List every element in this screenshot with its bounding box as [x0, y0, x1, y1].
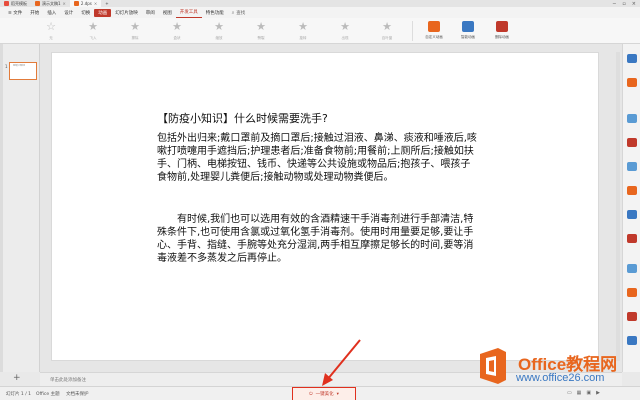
star-icon: ★ [88, 20, 98, 33]
slide-title[interactable]: 【防疫小知识】什么时候需要洗手? [157, 110, 328, 126]
custom-animation-icon [428, 21, 440, 32]
presentation-icon [35, 1, 40, 6]
presentation-icon [73, 1, 79, 6]
menu-bar: ≡ 文件 开始 插入 设计 切换 动画 幻灯片放映 审阅 视图 开发工具 特色功… [0, 7, 640, 18]
slide-canvas: 【防疫小知识】什么时候需要洗手? 包括外出归来;戴口罩前及摘口罩后;接触过泪液、… [40, 44, 622, 372]
delete-animation-icon [496, 21, 508, 32]
panel-icon[interactable] [627, 186, 637, 195]
slide-paragraph-1[interactable]: 包括外出归来;戴口罩前及摘口罩后;接触过泪液、鼻涕、痰液和唾液后,咳嗽打喷嚏用手… [157, 132, 477, 184]
search-icon: ⌕ [231, 10, 235, 16]
minimize-icon[interactable]: − [612, 1, 616, 7]
window-close-icon[interactable]: × [632, 1, 636, 7]
delete-animation-button[interactable]: 删除动画 [485, 21, 519, 40]
vertical-scrollbar[interactable] [616, 52, 620, 361]
panel-icon[interactable] [627, 162, 637, 171]
menu-file[interactable]: ≡ 文件 [4, 7, 26, 18]
panel-icon[interactable] [627, 312, 637, 321]
menu-transition[interactable]: 切换 [77, 7, 94, 18]
anim-wipe[interactable]: ★ 擦除 [114, 21, 156, 41]
slide-paragraph-2[interactable]: 有时候,我们也可以选用有效的含酒精速干手消毒剂进行手部清洁,特殊条件下,也可使用… [157, 213, 482, 265]
docer-icon [4, 1, 9, 6]
tab-docer[interactable]: 稻壳模板 [0, 0, 31, 7]
panel-icon[interactable] [627, 288, 637, 297]
title-bar: 稻壳模板 演示文稿1 × 2.dps × + − ▫ × [0, 0, 640, 7]
new-tab-button[interactable]: + [101, 0, 112, 7]
panel-icon[interactable] [627, 114, 637, 123]
menu-insert[interactable]: 插入 [43, 7, 60, 18]
add-slide-icon[interactable]: + [13, 374, 21, 383]
right-task-panel [622, 44, 640, 372]
star-icon: ★ [130, 20, 140, 33]
beautify-button[interactable]: ⏻ 一键美化 ▾ [292, 387, 356, 400]
anim-none[interactable]: ☆ 无 [30, 21, 72, 41]
beautify-icon: ⏻ [309, 392, 313, 397]
theme-name: Office 主题 [36, 392, 60, 397]
panel-icon[interactable] [627, 264, 637, 273]
close-icon[interactable]: × [63, 1, 66, 6]
anim-box[interactable]: ★ 盒状 [156, 21, 198, 41]
thumbnail-preview-text: 【防疫小知识】 [12, 65, 27, 67]
office-logo-icon [480, 348, 506, 384]
menu-developer[interactable]: 开发工具 [175, 7, 202, 18]
panel-icon[interactable] [627, 138, 637, 147]
panel-icon[interactable] [627, 234, 637, 243]
maximize-icon[interactable]: ▫ [622, 1, 625, 7]
star-icon: ★ [214, 20, 224, 33]
anim-appear[interactable]: ★ 出现 [324, 21, 366, 41]
menu-view[interactable]: 视图 [159, 7, 176, 18]
star-icon: ★ [172, 20, 182, 33]
anim-zoom[interactable]: ★ 缩放 [198, 21, 240, 41]
panel-icon[interactable] [627, 210, 637, 219]
slide-count: 幻灯片 1 / 1 [6, 392, 32, 397]
smart-animation-icon [462, 21, 474, 32]
panel-icon[interactable] [627, 336, 637, 345]
slide[interactable]: 【防疫小知识】什么时候需要洗手? 包括外出归来;戴口罩前及摘口罩后;接触过泪液、… [51, 52, 599, 361]
thumb-number: 1 [5, 64, 8, 69]
panel-icon[interactable] [627, 54, 637, 63]
star-icon: ★ [340, 20, 350, 33]
watermark: Office教程网 www.office26.com [476, 348, 636, 396]
star-icon: ★ [298, 20, 308, 33]
menu-review[interactable]: 审阅 [142, 7, 159, 18]
anim-fly-in[interactable]: ★ 飞入 [72, 21, 114, 41]
anim-spin[interactable]: ★ 旋转 [282, 21, 324, 41]
close-icon[interactable]: × [94, 1, 97, 6]
tab-2-dps[interactable]: 2.dps × [69, 0, 102, 7]
watermark-url: www.office26.com [516, 372, 605, 384]
panel-icon[interactable] [627, 78, 637, 87]
menu-design[interactable]: 设计 [60, 7, 77, 18]
slide-thumbnail[interactable]: 【防疫小知识】 [9, 62, 37, 80]
star-icon: ★ [256, 20, 266, 33]
anim-blinds[interactable]: ★ 百叶窗 [366, 21, 408, 41]
star-icon: ☆ [46, 20, 56, 33]
menu-slideshow[interactable]: 幻灯片放映 [111, 7, 142, 18]
search-box[interactable]: ⌕ 查找 [232, 10, 246, 16]
menu-features[interactable]: 特色功能 [202, 7, 228, 18]
document-protection[interactable]: 文档未保护 [66, 391, 89, 397]
ribbon-divider [412, 21, 413, 41]
ribbon: ☆ 无 ★ 飞入 ★ 擦除 ★ 盒状 ★ 缩放 ★ 劈裂 ★ 旋转 ★ 出现 ★ 百叶窗 自定义动… [0, 18, 640, 44]
smart-animation-button[interactable]: 智能动画 [451, 21, 485, 40]
menu-home[interactable]: 开始 [26, 7, 43, 18]
anim-split[interactable]: ★ 劈裂 [240, 21, 282, 41]
thumbnail-pane: 1 【防疫小知识】 + [3, 44, 40, 383]
chevron-down-icon: ▾ [336, 391, 339, 397]
custom-animation-button[interactable]: 自定义动画 [417, 21, 451, 40]
star-icon: ★ [382, 20, 392, 33]
notes-placeholder: 单击此处添加备注 [50, 378, 86, 383]
menu-animation[interactable]: 动画 [94, 8, 112, 17]
tab-presentation1[interactable]: 演示文稿1 × [31, 0, 70, 7]
